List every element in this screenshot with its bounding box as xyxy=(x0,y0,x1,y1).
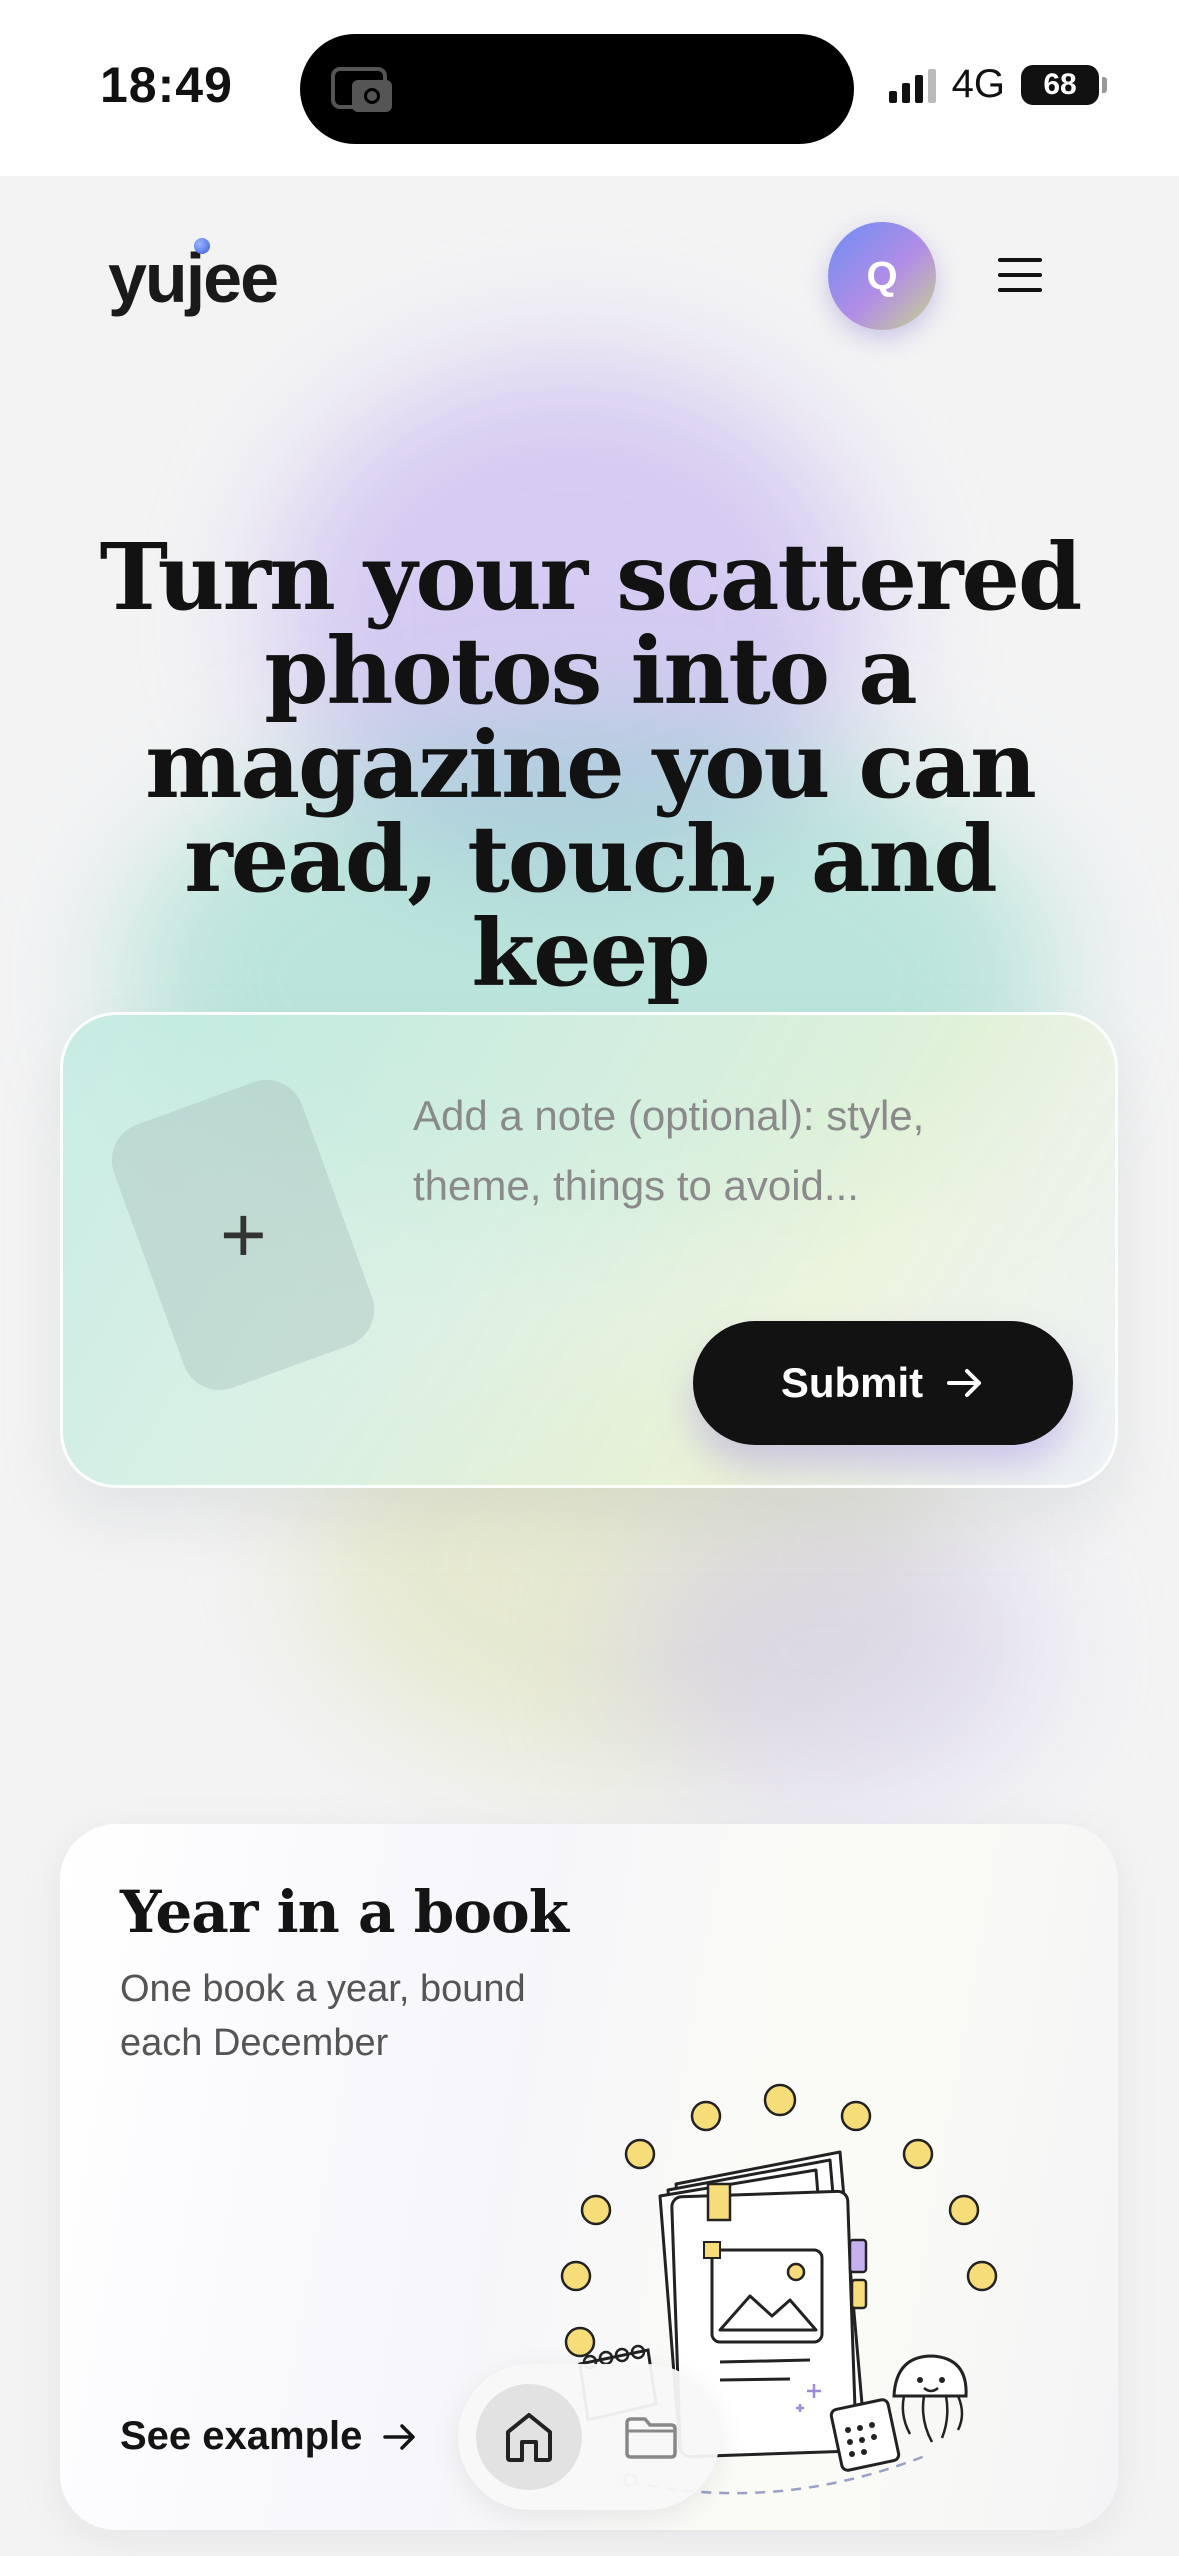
status-indicators: 4G 68 xyxy=(888,62,1107,107)
card-title: Year in a book xyxy=(120,1878,569,1946)
note-input[interactable] xyxy=(413,1081,1053,1261)
arrow-right-icon xyxy=(947,1369,982,1397)
add-photos-button[interactable]: + xyxy=(101,1069,385,1401)
menu-icon[interactable] xyxy=(990,250,1050,300)
submit-button[interactable]: Submit xyxy=(693,1321,1073,1445)
background-glow xyxy=(620,1500,1040,1800)
user-avatar[interactable]: Q xyxy=(828,222,936,330)
network-type: 4G xyxy=(951,62,1005,106)
upload-card: + Submit xyxy=(60,1012,1118,1488)
status-bar: 18:49 4G 68 xyxy=(0,0,1179,176)
signal-icon xyxy=(888,67,936,103)
nav-folder-button[interactable] xyxy=(598,2384,704,2490)
hero-headline: Turn your scattered photos into a magazi… xyxy=(99,523,1083,1007)
home-icon xyxy=(506,2413,552,2462)
folder-icon xyxy=(625,2417,677,2459)
see-example-link[interactable]: See example xyxy=(120,2414,418,2459)
app-logo[interactable]: yujee xyxy=(108,238,279,318)
plus-icon: + xyxy=(219,1190,267,1279)
camera-icon xyxy=(331,67,392,112)
battery-indicator: 68 xyxy=(1021,64,1107,105)
bottom-nav xyxy=(458,2364,720,2510)
arrow-right-icon xyxy=(383,2423,416,2450)
status-time: 18:49 xyxy=(100,57,233,113)
logo-dot xyxy=(194,238,210,254)
see-example-label: See example xyxy=(120,2414,363,2458)
dynamic-island xyxy=(300,34,854,144)
nav-home-button[interactable] xyxy=(476,2384,582,2490)
submit-label: Submit xyxy=(780,1359,924,1406)
